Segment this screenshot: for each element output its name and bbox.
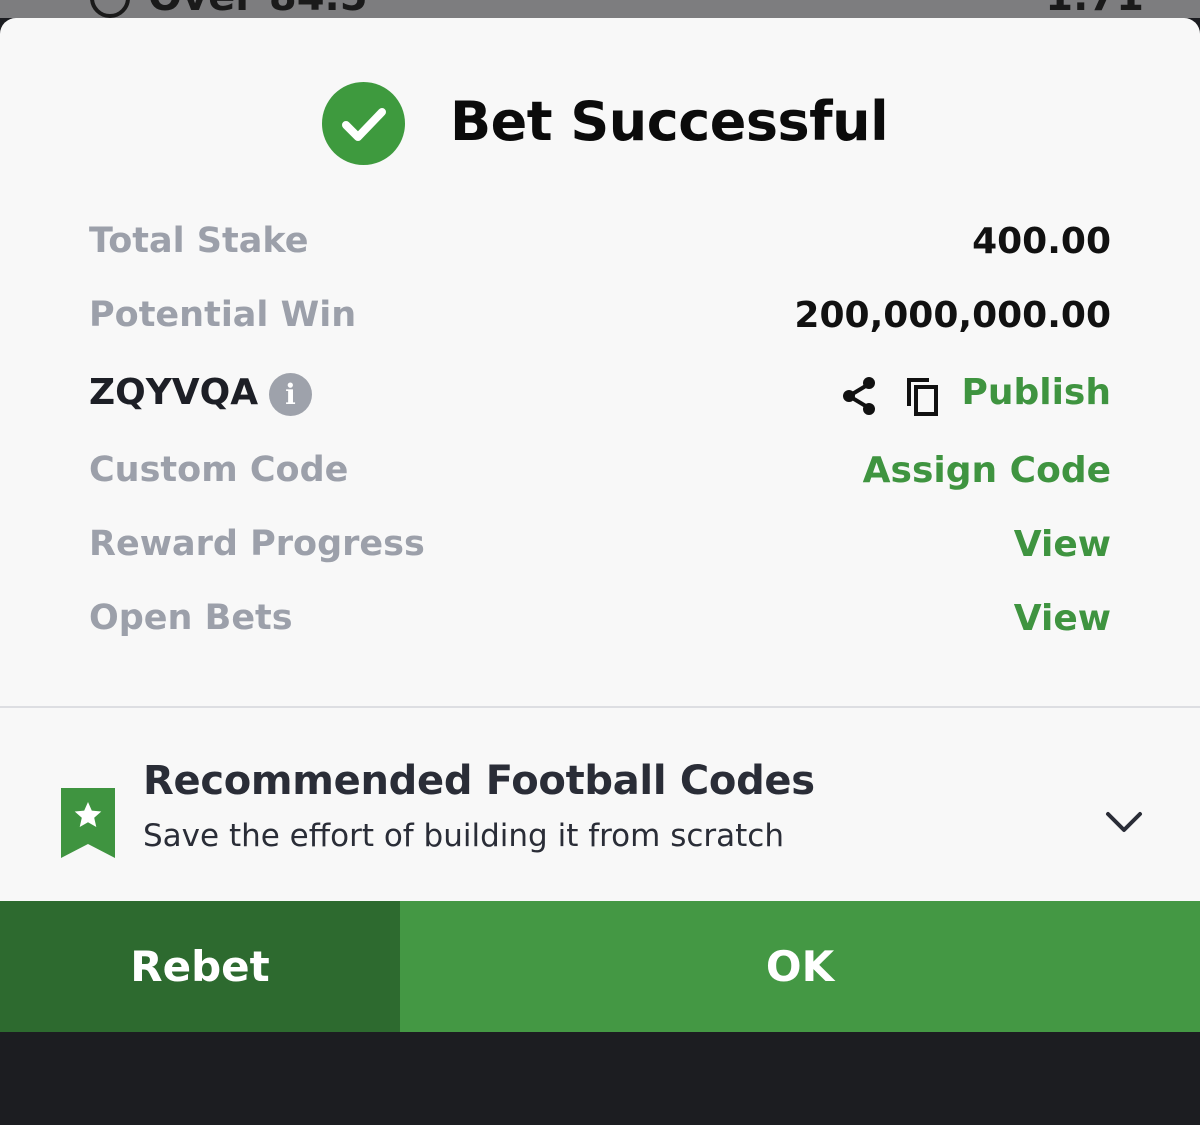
basketball-icon — [90, 0, 130, 18]
potential-win-label: Potential Win — [89, 295, 357, 335]
recommended-title: Recommended Football Codes — [143, 758, 815, 804]
booking-code-row: ZQYVQA i Publish — [89, 372, 1111, 422]
chevron-down-icon[interactable] — [1102, 806, 1146, 836]
check-circle-icon — [322, 82, 405, 165]
peek-selection-text: Over 84.5 — [148, 0, 368, 18]
recommended-subtitle: Save the effort of building it from scra… — [143, 818, 784, 854]
assign-code-link[interactable]: Assign Code — [863, 450, 1111, 491]
copy-icon[interactable] — [901, 374, 945, 418]
share-icon[interactable] — [837, 374, 881, 418]
total-stake-label: Total Stake — [89, 221, 309, 261]
open-bets-label: Open Bets — [89, 598, 293, 638]
info-icon[interactable]: i — [269, 373, 312, 416]
page-title: Bet Successful — [450, 90, 889, 153]
reward-progress-row: Reward Progress View — [89, 524, 1111, 574]
bet-success-sheet: Bet Successful Total Stake 400.00 Potent… — [0, 18, 1200, 901]
reward-progress-view-link[interactable]: View — [1014, 524, 1111, 565]
section-divider — [0, 706, 1200, 708]
rebet-button[interactable]: Rebet — [0, 901, 400, 1032]
publish-link[interactable]: Publish — [961, 372, 1111, 413]
custom-code-row: Custom Code Assign Code — [89, 450, 1111, 500]
sheet-header: Bet Successful — [0, 80, 1200, 170]
open-bets-row: Open Bets View — [89, 598, 1111, 648]
bottom-bar — [0, 1032, 1200, 1125]
background-bet-slip-peek: Over 84.5 1.71 — [0, 0, 1200, 18]
bookmark-star-icon — [61, 788, 115, 858]
potential-win-row: Potential Win 200,000,000.00 — [89, 295, 1111, 345]
total-stake-value: 400.00 — [972, 221, 1111, 262]
peek-odds: 1.71 — [1045, 0, 1144, 18]
reward-progress-label: Reward Progress — [89, 524, 425, 564]
booking-code: ZQYVQA — [89, 372, 259, 413]
custom-code-label: Custom Code — [89, 450, 349, 490]
open-bets-view-link[interactable]: View — [1014, 598, 1111, 639]
total-stake-row: Total Stake 400.00 — [89, 221, 1111, 271]
potential-win-value: 200,000,000.00 — [794, 295, 1111, 336]
ok-button[interactable]: OK — [400, 901, 1200, 1032]
recommended-codes-panel[interactable]: Recommended Football Codes Save the effo… — [0, 758, 1200, 878]
